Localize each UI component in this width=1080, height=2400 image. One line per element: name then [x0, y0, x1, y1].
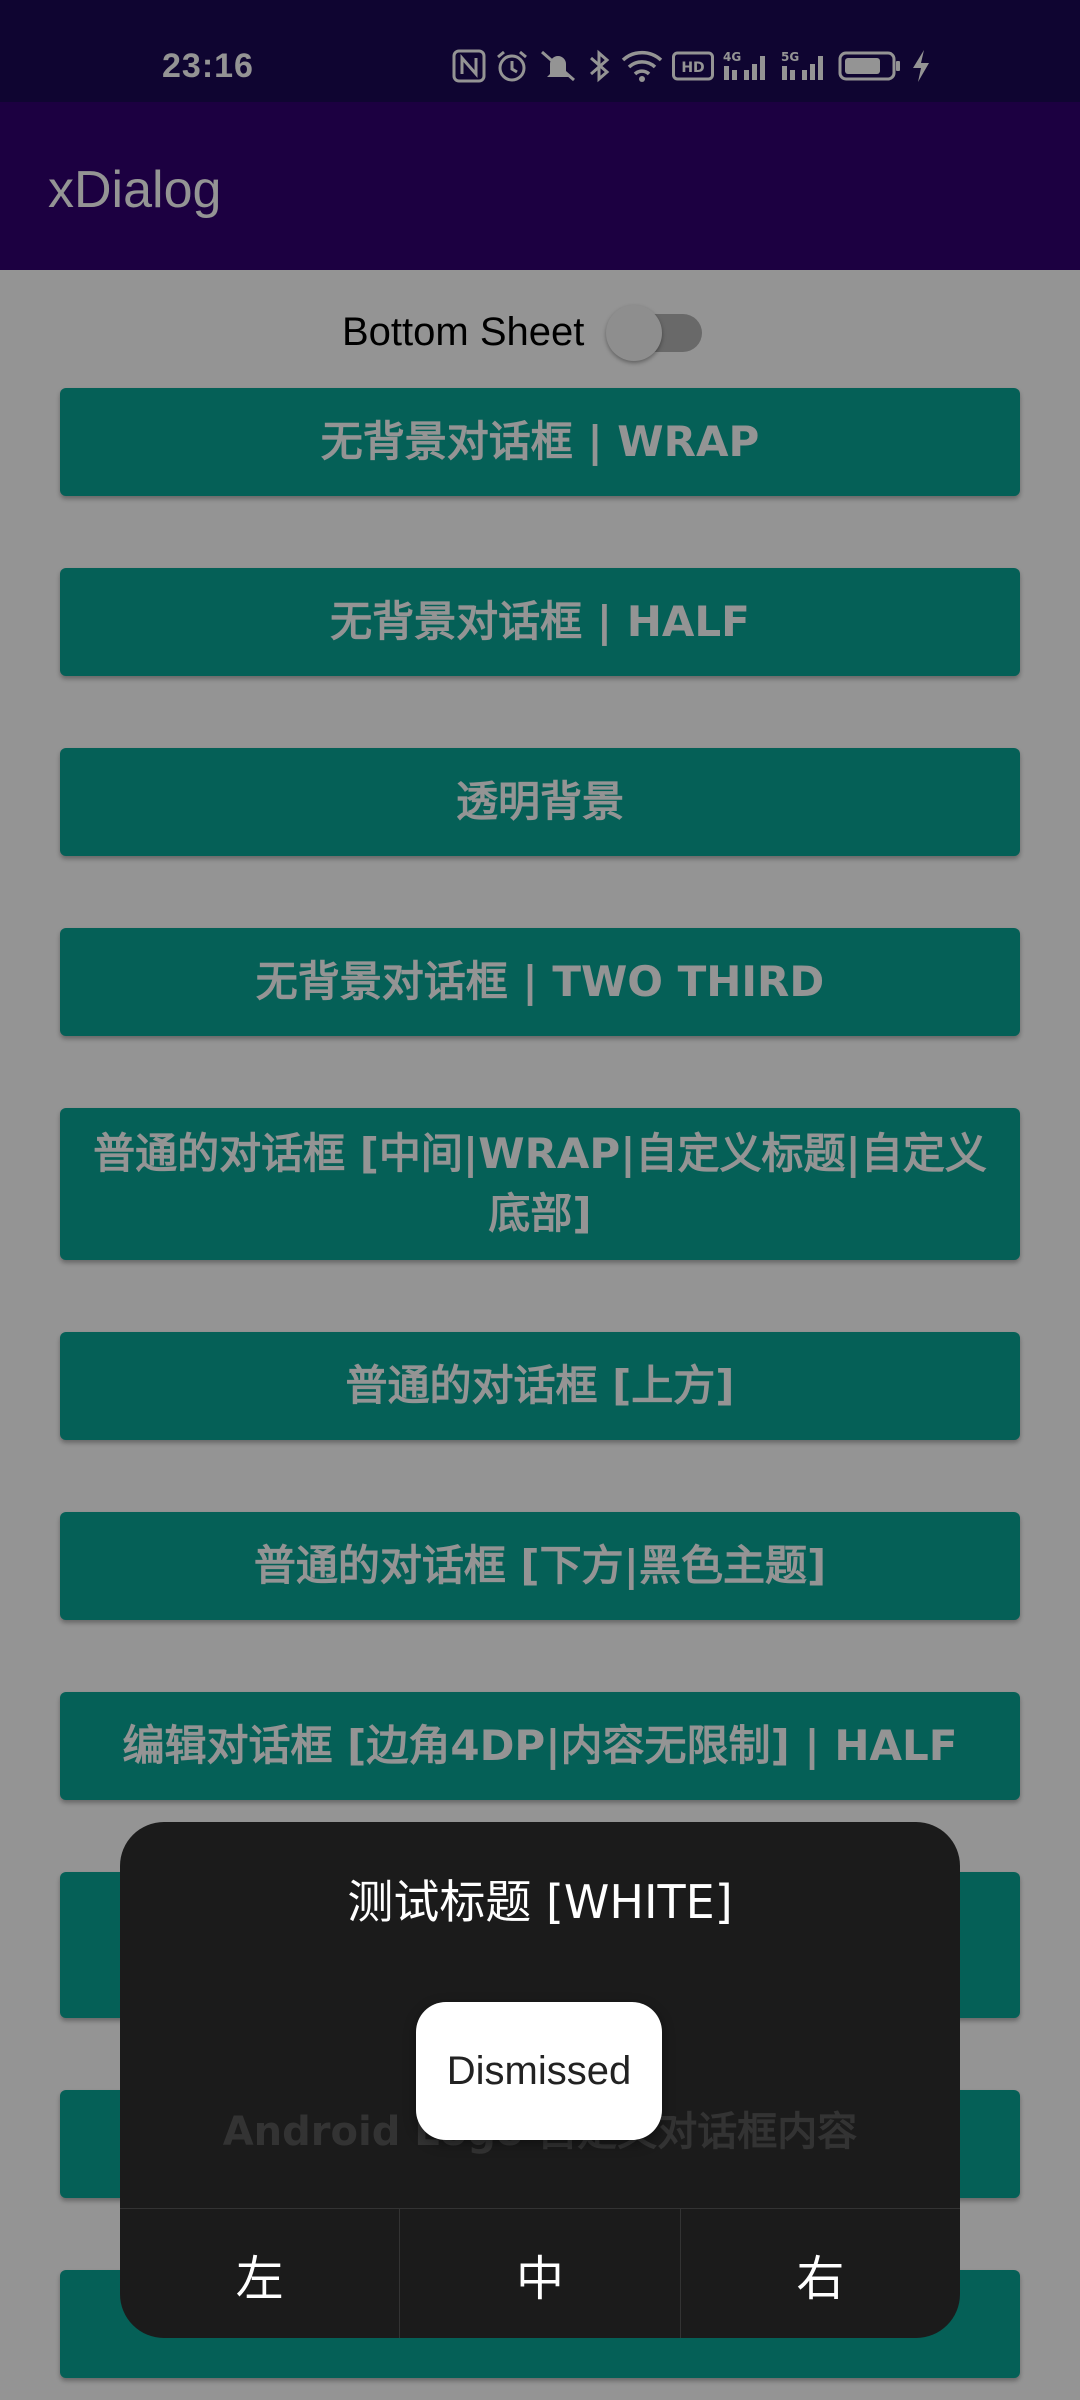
dialog-center-button[interactable]: 中 — [399, 2209, 679, 2338]
dialog-footer: 左 中 右 — [120, 2208, 960, 2338]
dialog-left-button[interactable]: 左 — [120, 2209, 399, 2338]
dialog-title: 测试标题 [WHITE] — [347, 1875, 733, 1929]
toast-message: Dismissed — [416, 2002, 662, 2140]
dialog-right-button[interactable]: 右 — [679, 2209, 960, 2338]
